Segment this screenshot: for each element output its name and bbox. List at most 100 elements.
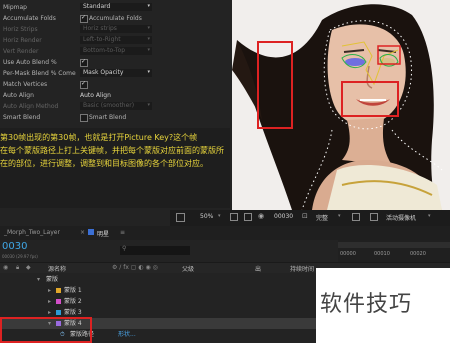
quality-dropdown[interactable]: 完整 (316, 213, 328, 222)
property-checkbox[interactable] (80, 56, 88, 67)
property-label: Smart Blend (3, 114, 41, 121)
property-label: Mipmap (3, 4, 27, 11)
property-label: Accumulate Folds (3, 15, 56, 22)
effect-property-row: Mipmap Standard ▾ (0, 2, 230, 13)
current-timecode[interactable]: 00030 (274, 213, 293, 220)
timeline-tab-bar: _Morph_Two_Layer × 明星 ≡ (0, 226, 450, 240)
toggle-transparency-grid-icon[interactable] (352, 213, 360, 221)
effect-property-row: Per-Mask Blend % Come Mask Opacity ▾ (0, 68, 230, 79)
mask-name: 蒙版 2 (64, 298, 82, 305)
property-dropdown[interactable]: Basic (smoother) ▾ (80, 102, 152, 110)
subtitle-line: 第30帧出现的第30帧，也就是打开Picture Key?这个帧 (0, 133, 198, 142)
effect-property-row: Smart Blend Smart Blend (0, 112, 230, 123)
dropdown-value: Mask Opacity (83, 69, 124, 76)
timeline-timecode[interactable]: 0030 (2, 241, 27, 252)
mask-group-row[interactable]: ▾ 蒙版 (0, 274, 330, 285)
column-out[interactable]: 出 (255, 264, 261, 273)
chevron-down-icon[interactable]: ▾ (218, 213, 221, 219)
property-label: Auto Align Method (3, 103, 59, 110)
chevron-down-icon: ▾ (428, 213, 431, 219)
mask-group-label: 蒙版 (46, 276, 59, 283)
eye-icon[interactable]: ◉ (3, 264, 8, 271)
property-label: Per-Mask Blend % Come (3, 70, 76, 77)
mask-color-swatch[interactable] (56, 299, 61, 304)
property-dropdown[interactable]: Left-to-Right ▾ (80, 36, 152, 44)
dropdown-value: Basic (smoother) (83, 102, 135, 109)
column-duration[interactable]: 持续时间 (290, 264, 314, 273)
active-camera-dropdown[interactable]: 活动摄像机 (386, 213, 416, 222)
close-icon[interactable]: × (80, 229, 85, 236)
property-label: Horiz Strips (3, 26, 38, 33)
region-of-interest-icon[interactable] (176, 213, 185, 222)
work-area-bar[interactable] (338, 242, 450, 248)
property-checkbox[interactable] (80, 78, 88, 89)
effect-property-row: Vert Render Bottom-to-Top ▾ (0, 46, 230, 57)
property-checkbox[interactable] (80, 114, 88, 122)
dropdown-value: Standard (83, 3, 111, 10)
composition-viewer[interactable] (232, 0, 450, 210)
dropdown-value: Left-to-Right (83, 36, 121, 43)
chevron-down-icon[interactable]: ▾ (37, 274, 40, 285)
viewer-toolbar: 50% ▾ ◉ 00030 ⊡ 完整 ▾ 活动摄像机 ▾ (170, 210, 450, 226)
watermark: 软件技巧 (316, 268, 450, 343)
tab-morph-two-layer[interactable]: _Morph_Two_Layer (4, 229, 60, 236)
fast-previews-icon[interactable] (370, 213, 378, 221)
timeline-fps: 00030 (29.97 fps) (2, 254, 38, 259)
column-parent[interactable]: 父级 (182, 264, 194, 273)
menu-icon[interactable]: ≡ (120, 229, 125, 236)
chevron-down-icon: ▾ (147, 47, 150, 53)
timeline-search-input[interactable]: ⚲ (120, 245, 190, 255)
property-dropdown[interactable]: Standard ▾ (80, 3, 152, 11)
time-ruler[interactable]: 00000 00010 00020 (338, 240, 450, 262)
mask-path-value[interactable]: 形状... (118, 329, 136, 340)
subtitle-line: 在每个蒙版路径上打上关键帧，并把每个蒙版对应前面的蒙版所 (0, 146, 224, 155)
camera-icon[interactable]: ⊡ (302, 212, 308, 220)
property-dropdown[interactable]: Mask Opacity ▾ (80, 69, 152, 77)
chevron-down-icon: ▾ (147, 3, 150, 9)
ruler-tick-label: 00020 (410, 251, 426, 257)
watermark-text: 软件技巧 (320, 292, 413, 317)
property-dropdown[interactable]: Horiz strips ▾ (80, 25, 152, 33)
chevron-down-icon: ▾ (338, 213, 341, 219)
chevron-down-icon: ▾ (147, 25, 150, 31)
effect-controls-panel: MipmapStandard▾Accumulate FoldsAccumulat… (0, 0, 230, 128)
effect-property-row: Auto Align Method Basic (smoother) ▾ (0, 101, 230, 112)
resolution-icon[interactable] (230, 213, 238, 221)
checkbox-label: Smart Blend (89, 114, 127, 121)
mask-color-swatch[interactable] (56, 288, 61, 293)
composition-image (232, 0, 450, 210)
tab-composition[interactable]: 明星 (97, 229, 109, 238)
annotation-box (0, 317, 92, 343)
property-label: Horiz Render (3, 37, 42, 44)
mask-row[interactable]: ▸ 蒙版 1 (0, 285, 330, 296)
property-checkbox[interactable] (80, 12, 88, 23)
property-label: Vert Render (3, 48, 39, 55)
column-source-name[interactable]: 源名称 (48, 264, 66, 273)
zoom-level[interactable]: 50% (200, 213, 213, 220)
composition-icon (88, 229, 94, 235)
timeline-header: 0030 00030 (29.97 fps) ⚲ 00000 00010 000… (0, 240, 450, 262)
mask-color-swatch[interactable] (56, 310, 61, 315)
chevron-down-icon: ▾ (147, 69, 150, 75)
dropdown-value: Bottom-to-Top (83, 47, 126, 54)
property-label: Match Vertices (3, 81, 48, 88)
dropdown-value: Horiz strips (83, 25, 117, 32)
chevron-right-icon[interactable]: ▸ (48, 296, 51, 307)
property-dropdown[interactable]: Bottom-to-Top ▾ (80, 47, 152, 55)
ruler-tick-label: 00000 (340, 251, 356, 257)
property-label: Auto Align (3, 92, 34, 99)
grid-icon[interactable] (244, 213, 252, 221)
lock-icon[interactable]: 🔒︎ (16, 264, 19, 272)
chevron-down-icon: ▾ (147, 36, 150, 42)
mask-name: 蒙版 1 (64, 287, 82, 294)
chevron-right-icon[interactable]: ▸ (48, 285, 51, 296)
tutorial-subtitle: 第30帧出现的第30帧，也就是打开Picture Key?这个帧 在每个蒙版路径… (0, 128, 230, 208)
property-label: Use Auto Blend % (3, 59, 57, 66)
subtitle-line: 在的部位，进行调整，调整到和目标图像的各个部位对应。 (0, 159, 208, 168)
ruler-tick-label: 00010 (374, 251, 390, 257)
snapshot-icon[interactable]: ◉ (258, 212, 264, 220)
search-icon: ⚲ (122, 245, 127, 252)
switches-icons: ⚙ ∕ fx ▢ ◐ ◉ ◎ (112, 264, 158, 271)
label-icon[interactable]: ◆ (26, 264, 31, 271)
mask-row[interactable]: ▸ 蒙版 2 (0, 296, 330, 307)
